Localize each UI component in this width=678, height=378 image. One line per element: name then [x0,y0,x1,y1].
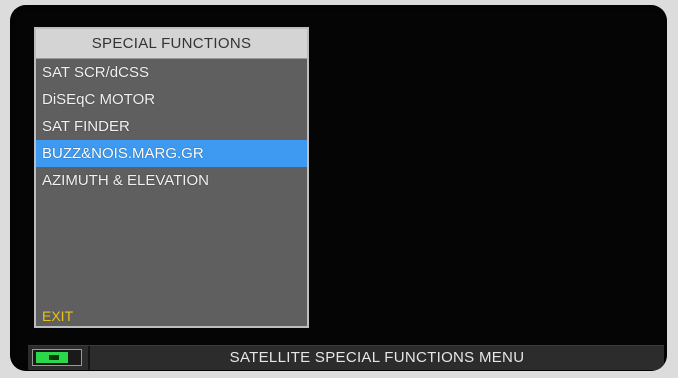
status-bar-title: SATELLITE SPECIAL FUNCTIONS MENU [229,349,525,366]
exit-button[interactable]: EXIT [42,308,73,324]
screen: SPECIAL FUNCTIONS SAT SCR/dCSS DiSEqC MO… [10,5,667,371]
menu-item-diseqc-motor[interactable]: DiSEqC MOTOR [36,86,307,113]
charging-plug-icon [49,355,59,360]
status-bar: SATELLITE SPECIAL FUNCTIONS MENU [28,345,664,370]
battery-charging-icon [32,349,82,366]
special-functions-menu: SPECIAL FUNCTIONS SAT SCR/dCSS DiSEqC MO… [34,27,309,328]
menu-list: SAT SCR/dCSS DiSEqC MOTOR SAT FINDER BUZ… [36,59,307,194]
menu-item-sat-finder[interactable]: SAT FINDER [36,113,307,140]
menu-item-azimuth-elevation[interactable]: AZIMUTH & ELEVATION [36,167,307,194]
menu-item-buzz-noise-margin[interactable]: BUZZ&NOIS.MARG.GR [36,140,307,167]
menu-item-sat-scr-dcss[interactable]: SAT SCR/dCSS [36,59,307,86]
menu-title: SPECIAL FUNCTIONS [36,29,307,59]
device-frame: SPECIAL FUNCTIONS SAT SCR/dCSS DiSEqC MO… [0,0,678,378]
